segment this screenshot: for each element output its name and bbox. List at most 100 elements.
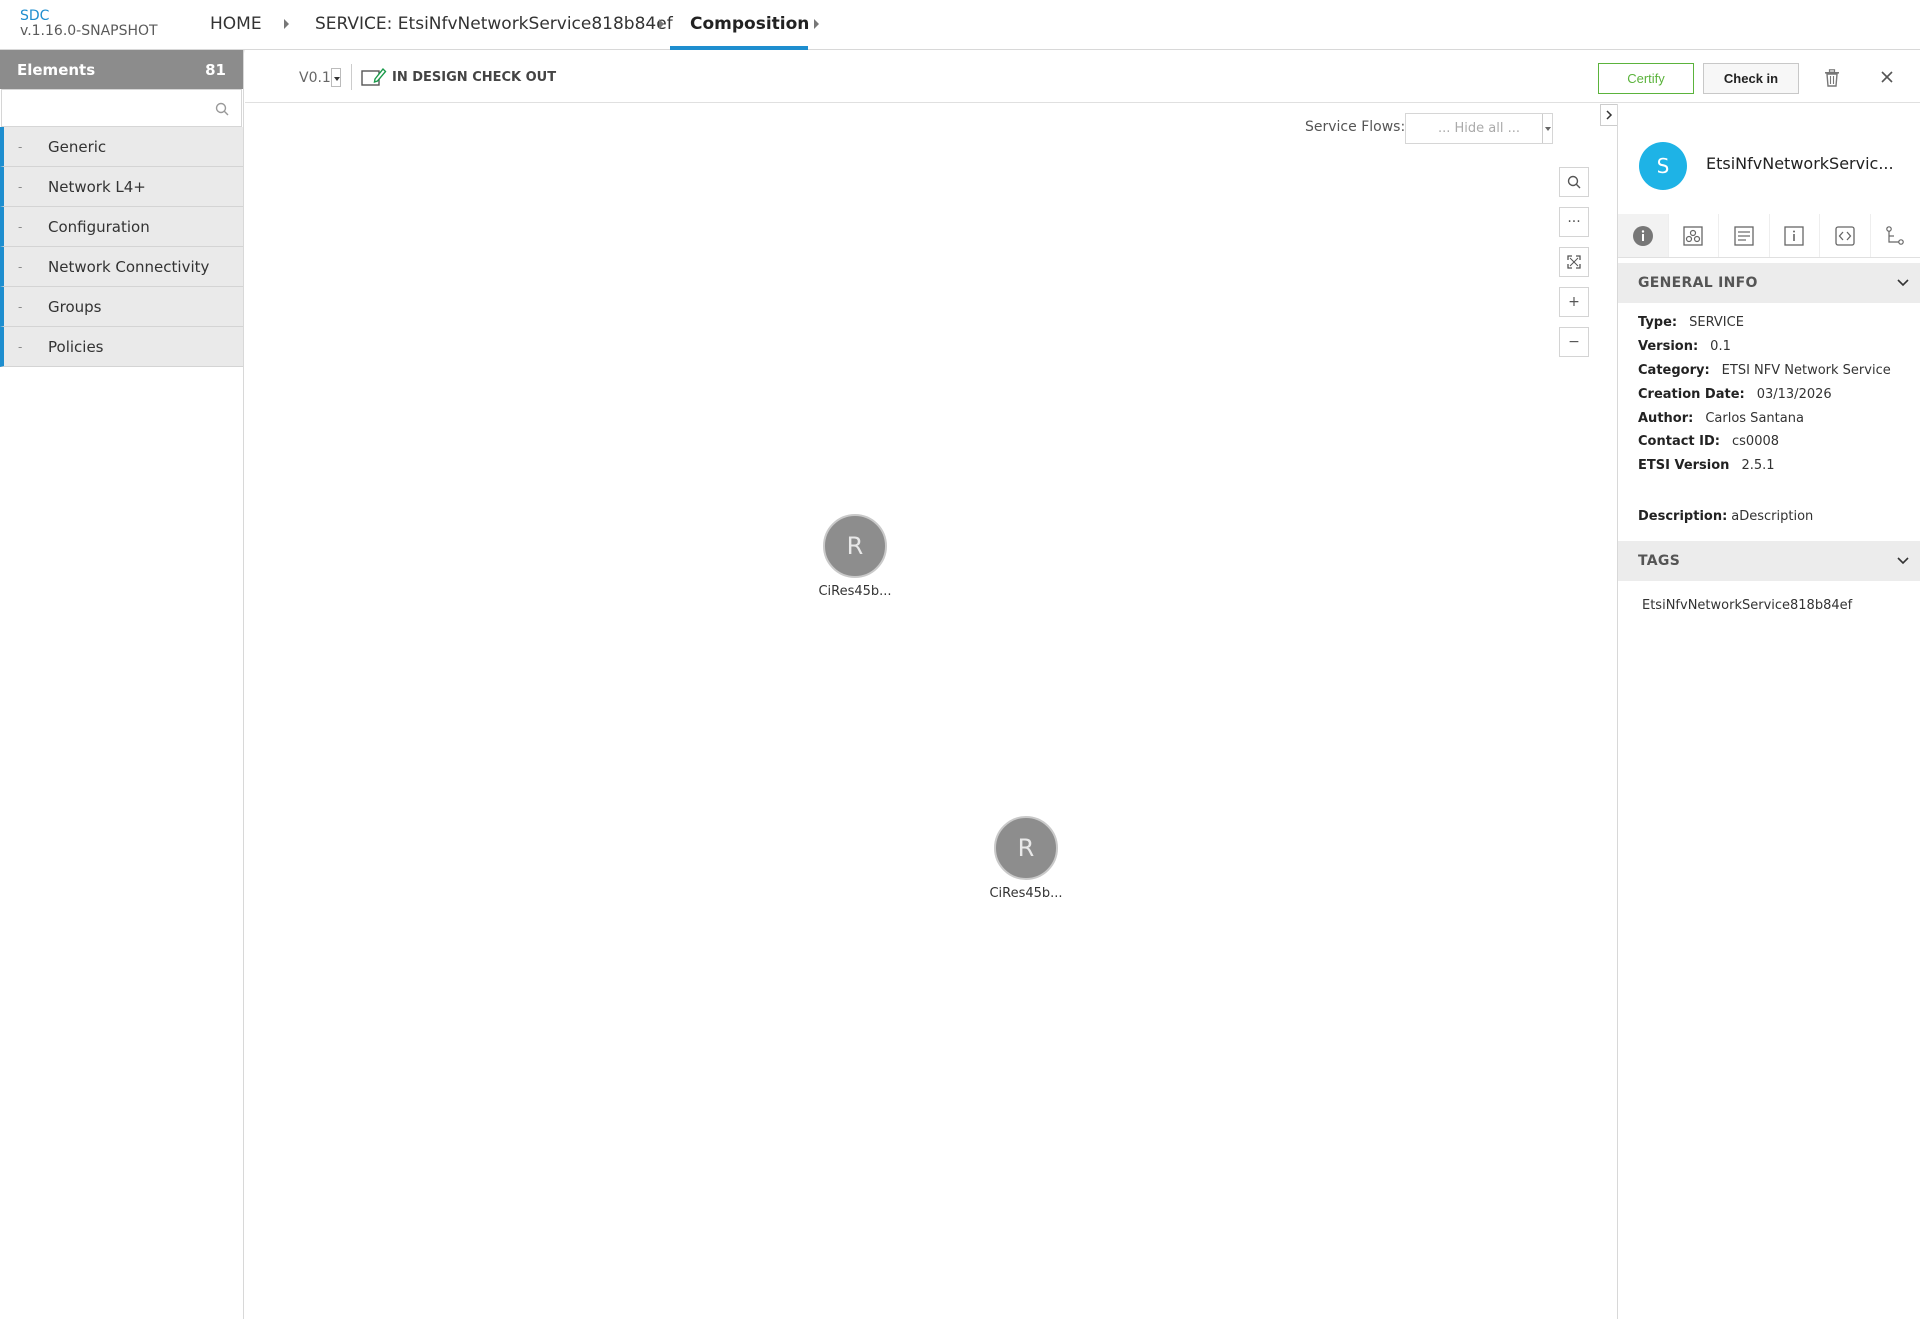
code-icon [1835, 225, 1855, 246]
details-panel: S EtsiNfvNetworkServic... GENERAL INFO T… [1617, 104, 1920, 1319]
chevron-down-icon [1897, 557, 1909, 565]
workspace-header: V0.1 IN DESIGN CHECK OUT Certify Check i… [245, 50, 1920, 103]
tab-api[interactable] [1820, 214, 1871, 257]
component-node[interactable]: R CiRes45b... [805, 514, 905, 599]
elements-search-input[interactable] [2, 90, 241, 126]
canvas-fit-button[interactable] [1559, 247, 1589, 277]
close-icon[interactable] [1880, 69, 1894, 88]
node-icon[interactable]: R [823, 514, 887, 578]
tab-deployment-artifacts[interactable] [1719, 214, 1770, 257]
chevron-down-icon[interactable] [331, 68, 341, 87]
breadcrumb-arrow-icon[interactable] [284, 19, 289, 29]
breadcrumb-arrow-icon[interactable] [814, 19, 819, 29]
canvas-more-button[interactable]: ··· [1559, 207, 1589, 237]
tab-general-info[interactable] [1618, 214, 1669, 257]
info-value: ETSI NFV Network Service [1721, 363, 1891, 378]
info-value: Carlos Santana [1705, 411, 1804, 426]
info-box-icon [1784, 225, 1804, 246]
divider [351, 64, 352, 90]
category-label: Configuration [48, 217, 150, 236]
breadcrumb-home[interactable]: HOME [210, 14, 262, 34]
category-policies[interactable]: - Policies [0, 327, 243, 367]
collapse-dash-icon: - [18, 179, 23, 194]
component-node[interactable]: R CiRes45b... [976, 816, 1076, 901]
info-category: Category: ETSI NFV Network Service [1638, 363, 1891, 378]
tab-properties[interactable] [1770, 214, 1820, 257]
lifecycle-status: IN DESIGN CHECK OUT [392, 70, 557, 85]
tags-title: TAGS [1638, 553, 1681, 569]
category-configuration[interactable]: - Configuration [0, 207, 243, 247]
info-label: Author: [1638, 411, 1694, 426]
app-version: v.1.16.0-SNAPSHOT [20, 23, 158, 39]
brand[interactable]: SDC v.1.16.0-SNAPSHOT [20, 9, 158, 39]
collapse-dash-icon: - [18, 299, 23, 314]
info-value: aDescription [1731, 509, 1814, 524]
top-navigation-bar: SDC v.1.16.0-SNAPSHOT HOME SERVICE: Etsi… [0, 0, 1920, 50]
composition-canvas[interactable]: Service Flows: ... Hide all ... ··· + − … [245, 104, 1616, 1319]
category-network-l4[interactable]: - Network L4+ [0, 167, 243, 207]
service-flows-select[interactable]: ... Hide all ... [1405, 113, 1553, 144]
service-flows-value: ... Hide all ... [1437, 121, 1521, 136]
node-label: CiRes45b... [818, 584, 892, 599]
info-contact-id: Contact ID: cs0008 [1638, 434, 1779, 449]
info-value: SERVICE [1689, 315, 1744, 330]
check-in-button[interactable]: Check in [1703, 63, 1799, 94]
breadcrumb-service[interactable]: SERVICE: EtsiNfvNetworkService818b84ef [315, 14, 673, 34]
info-value: 0.1 [1710, 339, 1731, 354]
category-label: Groups [48, 297, 102, 316]
collapse-dash-icon: - [18, 259, 23, 274]
general-info-title: GENERAL INFO [1638, 275, 1758, 291]
certify-button[interactable]: Certify [1598, 63, 1694, 94]
zoom-out-button[interactable]: − [1559, 327, 1589, 357]
category-groups[interactable]: - Groups [0, 287, 243, 327]
general-info-header[interactable]: GENERAL INFO [1618, 263, 1920, 303]
elements-count: 81 [205, 60, 226, 79]
category-label: Generic [48, 137, 107, 156]
chevron-down-icon[interactable] [1542, 114, 1552, 143]
category-label: Policies [48, 337, 104, 356]
minus-icon: − [1568, 334, 1580, 350]
tab-composition[interactable] [1669, 214, 1719, 257]
tab-relations[interactable] [1871, 214, 1920, 257]
relations-icon [1886, 225, 1905, 245]
collapse-dash-icon: - [18, 339, 23, 354]
info-label: Description: [1638, 509, 1728, 524]
trash-icon[interactable] [1824, 69, 1840, 91]
tags-header[interactable]: TAGS [1618, 541, 1920, 581]
info-label: ETSI Version [1638, 458, 1730, 473]
service-avatar: S [1639, 142, 1687, 190]
info-description: Description: aDescription [1638, 509, 1813, 524]
panel-title: EtsiNfvNetworkServic... [1706, 154, 1894, 173]
info-label: Version: [1638, 339, 1699, 354]
more-icon: ··· [1567, 214, 1581, 230]
info-label: Type: [1638, 315, 1678, 330]
node-icon[interactable]: R [994, 816, 1058, 880]
info-label: Category: [1638, 363, 1710, 378]
canvas-search-button[interactable] [1559, 167, 1589, 197]
info-creation-date: Creation Date: 03/13/2026 [1638, 387, 1832, 402]
elements-palette: Elements 81 - Generic - Network L4+ - Confi… [0, 50, 244, 1319]
search-icon[interactable] [215, 101, 229, 120]
category-generic[interactable]: - Generic [0, 127, 243, 167]
elements-search-box [1, 89, 242, 127]
document-icon [1734, 225, 1754, 246]
version-select-value[interactable]: V0.1 [299, 70, 331, 86]
chevron-down-icon [1897, 279, 1909, 287]
collapse-dash-icon: - [18, 139, 23, 154]
zoom-in-button[interactable]: + [1559, 287, 1589, 317]
components-icon [1683, 225, 1703, 246]
category-label: Network L4+ [48, 177, 146, 196]
service-flows-label: Service Flows: [1305, 119, 1406, 135]
tag-item: EtsiNfvNetworkService818b84ef [1642, 598, 1853, 613]
info-icon [1632, 225, 1653, 246]
panel-header: S EtsiNfvNetworkServic... [1618, 104, 1920, 214]
category-network-connectivity[interactable]: - Network Connectivity [0, 247, 243, 287]
search-icon [1567, 175, 1581, 189]
collapse-panel-button[interactable] [1600, 104, 1618, 126]
info-etsi-version: ETSI Version 2.5.1 [1638, 458, 1775, 473]
node-label: CiRes45b... [989, 886, 1063, 901]
plus-icon: + [1568, 294, 1580, 310]
breadcrumb-composition[interactable]: Composition [690, 14, 809, 34]
breadcrumb-arrow-icon[interactable] [659, 19, 664, 29]
brand-logo: SDC [20, 8, 50, 24]
